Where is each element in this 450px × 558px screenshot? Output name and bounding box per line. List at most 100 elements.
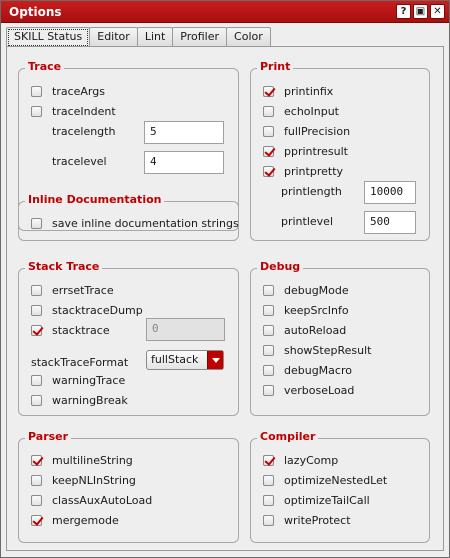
- showstepresult-option[interactable]: showStepResult: [263, 342, 371, 358]
- chevron-down-icon[interactable]: [207, 351, 223, 369]
- tracelevel-field[interactable]: 4: [144, 151, 224, 174]
- tab-lint[interactable]: Lint: [136, 27, 174, 47]
- optimizenestedlet-label: optimizeNestedLet: [284, 473, 388, 487]
- save-inline-doc-option[interactable]: save inline documentation strings: [31, 215, 239, 231]
- stacktraceformat-label: stackTraceFormat: [31, 356, 129, 369]
- debugmacro-checkbox[interactable]: [263, 364, 274, 376]
- echoinput-checkbox[interactable]: [263, 105, 274, 117]
- tab-color[interactable]: Color: [226, 27, 271, 47]
- autoreload-option[interactable]: autoReload: [263, 322, 346, 338]
- mergemode-option[interactable]: mergemode: [31, 512, 119, 528]
- pprintresult-option[interactable]: pprintresult: [263, 143, 348, 159]
- stacktraceformat-value: fullStack: [151, 353, 199, 366]
- errsettrace-checkbox[interactable]: [31, 284, 42, 296]
- showstepresult-checkbox[interactable]: [263, 344, 274, 356]
- printlevel-field[interactable]: 500: [364, 211, 416, 234]
- tab-skill-status[interactable]: SKILL Status: [6, 27, 91, 48]
- warningtrace-checkbox[interactable]: [31, 374, 42, 386]
- pprintresult-label: pprintresult: [284, 144, 348, 158]
- tab-editor[interactable]: Editor: [89, 27, 138, 47]
- printlength-field[interactable]: 10000: [364, 181, 416, 204]
- warningbreak-label: warningBreak: [52, 393, 128, 407]
- debug-title: Debug: [257, 260, 304, 273]
- classauxautoload-option[interactable]: classAuxAutoLoad: [31, 492, 152, 508]
- lazycomp-checkbox[interactable]: [263, 454, 274, 466]
- traceargs-label: traceArgs: [52, 84, 105, 98]
- traceindent-option[interactable]: traceIndent: [31, 103, 116, 119]
- multilinestring-checkbox[interactable]: [31, 454, 42, 466]
- fullprecision-option[interactable]: fullPrecision: [263, 123, 350, 139]
- optimizetailcall-option[interactable]: optimizeTailCall: [263, 492, 370, 508]
- optimizetailcall-checkbox[interactable]: [263, 494, 274, 506]
- printpretty-option[interactable]: printpretty: [263, 163, 343, 179]
- lazycomp-option[interactable]: lazyComp: [263, 452, 338, 468]
- restore-icon[interactable]: ▣: [413, 4, 428, 19]
- keepnlinstring-option[interactable]: keepNLInString: [31, 472, 136, 488]
- title-bar[interactable]: Options ? ▣ ✕: [1, 1, 449, 23]
- optimizenestedlet-checkbox[interactable]: [263, 474, 274, 486]
- stacktracedump-label: stacktraceDump: [52, 303, 143, 317]
- print-group: Print printinfix echoInput fullPrecision…: [250, 60, 430, 241]
- writeprotect-label: writeProtect: [284, 513, 351, 527]
- autoreload-label: autoReload: [284, 323, 347, 337]
- printpretty-checkbox[interactable]: [263, 165, 274, 177]
- keepnlinstring-label: keepNLInString: [52, 473, 136, 487]
- printinfix-checkbox[interactable]: [263, 85, 274, 97]
- stacktrace-checkbox[interactable]: [31, 324, 42, 336]
- warningtrace-label: warningTrace: [52, 373, 126, 387]
- warningbreak-checkbox[interactable]: [31, 394, 42, 406]
- printinfix-label: printinfix: [284, 84, 334, 98]
- classauxautoload-checkbox[interactable]: [31, 494, 42, 506]
- traceargs-option[interactable]: traceArgs: [31, 83, 105, 99]
- mergemode-label: mergemode: [52, 513, 119, 527]
- skill-status-panel: Trace traceArgs traceIndent tracelength …: [6, 46, 444, 551]
- inline-doc-group: Inline Documentation save inline documen…: [18, 193, 239, 241]
- printinfix-option[interactable]: printinfix: [263, 83, 333, 99]
- debugmode-option[interactable]: debugMode: [263, 282, 349, 298]
- print-title: Print: [257, 60, 294, 73]
- tracelength-field[interactable]: 5: [144, 121, 224, 144]
- verboseload-checkbox[interactable]: [263, 384, 274, 396]
- close-icon[interactable]: ✕: [430, 4, 445, 19]
- optimizetailcall-label: optimizeTailCall: [284, 493, 370, 507]
- pprintresult-checkbox[interactable]: [263, 145, 274, 157]
- debug-group: Debug debugMode keepSrcInfo autoReload s…: [250, 260, 430, 416]
- compiler-title: Compiler: [257, 430, 319, 443]
- classauxautoload-label: classAuxAutoLoad: [52, 493, 153, 507]
- writeprotect-option[interactable]: writeProtect: [263, 512, 351, 528]
- traceargs-checkbox[interactable]: [31, 85, 42, 97]
- save-inline-doc-checkbox[interactable]: [31, 217, 42, 229]
- stacktrace-field[interactable]: 0: [146, 318, 225, 341]
- verboseload-label: verboseLoad: [284, 383, 355, 397]
- mergemode-checkbox[interactable]: [31, 514, 42, 526]
- debugmode-checkbox[interactable]: [263, 284, 274, 296]
- verboseload-option[interactable]: verboseLoad: [263, 382, 354, 398]
- debugmacro-label: debugMacro: [284, 363, 352, 377]
- traceindent-checkbox[interactable]: [31, 105, 42, 117]
- keepsrcinfo-option[interactable]: keepSrcInfo: [263, 302, 349, 318]
- autoreload-checkbox[interactable]: [263, 324, 274, 336]
- multilinestring-option[interactable]: multilineString: [31, 452, 133, 468]
- keepnlinstring-checkbox[interactable]: [31, 474, 42, 486]
- showstepresult-label: showStepResult: [284, 343, 372, 357]
- stacktracedump-option[interactable]: stacktraceDump: [31, 302, 143, 318]
- warningtrace-option[interactable]: warningTrace: [31, 372, 125, 388]
- errsettrace-option[interactable]: errsetTrace: [31, 282, 114, 298]
- save-inline-doc-label: save inline documentation strings: [52, 216, 239, 230]
- keepsrcinfo-checkbox[interactable]: [263, 304, 274, 316]
- printlevel-label: printlevel: [281, 215, 334, 228]
- fullprecision-checkbox[interactable]: [263, 125, 274, 137]
- echoinput-option[interactable]: echoInput: [263, 103, 339, 119]
- warningbreak-option[interactable]: warningBreak: [31, 392, 128, 408]
- help-icon[interactable]: ?: [396, 4, 411, 19]
- stacktraceformat-select[interactable]: fullStack: [146, 350, 224, 370]
- stacktracedump-checkbox[interactable]: [31, 304, 42, 316]
- debugmacro-option[interactable]: debugMacro: [263, 362, 352, 378]
- errsettrace-label: errsetTrace: [52, 283, 114, 297]
- writeprotect-checkbox[interactable]: [263, 514, 274, 526]
- tab-profiler[interactable]: Profiler: [172, 27, 228, 47]
- printpretty-label: printpretty: [284, 164, 344, 178]
- stacktrace-option[interactable]: stacktrace: [31, 322, 110, 338]
- tab-bar: SKILL Status Editor Lint Profiler Color: [6, 27, 271, 48]
- optimizenestedlet-option[interactable]: optimizeNestedLet: [263, 472, 387, 488]
